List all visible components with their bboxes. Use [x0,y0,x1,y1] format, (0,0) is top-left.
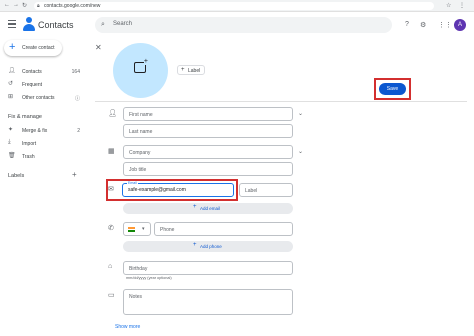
sidebar-item-merge[interactable]: ✦ Merge & fix 2 [0,125,88,136]
show-more-link[interactable]: Show more [115,324,140,330]
divider [95,101,467,102]
search-icon: ⌕ [101,21,105,28]
email-float-label: Email [127,181,138,185]
search-input[interactable]: ⌕ Search [95,17,392,33]
apps-grid-icon[interactable]: ⋮⋮ [438,21,452,29]
notes-placeholder: Notes [129,294,143,300]
email-value: safe-example@gmail.com [128,187,186,193]
chevron-down-icon[interactable]: ⌄ [298,110,303,117]
email-label-placeholder: Label [245,188,258,194]
import-icon: ⤓ [8,139,11,145]
plus-icon: + [9,41,16,53]
last-name-placeholder: Last name [129,129,153,135]
phone-field[interactable]: Phone [154,222,293,236]
dropdown-arrow-icon: ▾ [142,226,145,232]
merge-icon: ✦ [8,127,14,133]
add-email-label: Add email [200,206,221,211]
sidebar-item-other-contacts[interactable]: ⊞ Other contacts ⓘ [0,92,88,103]
forward-icon[interactable]: → [13,2,19,8]
sidebar-item-trash[interactable]: 🗑︎ Trash [0,151,88,162]
sidebar-item-label: Import [22,141,37,147]
person-icon: 👤︎ [8,68,16,74]
sidebar-item-contacts[interactable]: 👤︎ Contacts 164 [0,66,88,77]
sidebar-item-import[interactable]: ⤓ Import [0,138,88,149]
history-icon: ↺ [8,81,14,87]
birthday-field[interactable]: Birthday [123,261,293,275]
browser-menu-icon[interactable]: ☆ ⋮ [446,2,468,9]
birthday-hint: mm/dd/yyyy (year optional) [126,276,172,280]
company-placeholder: Company [129,150,151,156]
cake-icon: ⌂ [108,263,113,270]
plus-icon: + [193,204,197,210]
add-email-button[interactable]: + Add email [123,203,293,214]
first-name-placeholder: First name [129,112,153,118]
back-icon[interactable]: ← [4,2,10,8]
avatar[interactable]: A [454,19,466,31]
reload-icon[interactable]: ↻ [22,2,27,9]
chevron-down-icon[interactable]: ⌄ [298,148,303,155]
sidebar-item-label: Other contacts [22,95,55,101]
label-button[interactable]: + Label [177,65,205,75]
browser-toolbar: ← → ↻ contacts.google.com/new 🔒︎ ☆ ⋮ [0,0,474,12]
search-placeholder: Search [113,21,133,27]
trash-icon: 🗑︎ [8,153,16,159]
address-bar[interactable]: contacts.google.com/new [34,2,434,10]
birthday-placeholder: Birthday [129,266,148,272]
building-icon: ▦ [108,148,115,155]
sidebar-item-label: Frequent [22,82,43,88]
notes-field[interactable]: Notes [123,289,293,315]
last-name-field[interactable]: Last name [123,124,293,138]
url-text: contacts.google.com/new [44,3,101,9]
help-icon[interactable]: ? [405,21,409,28]
job-title-field[interactable]: Job title [123,162,293,176]
info-icon[interactable]: ⓘ [75,95,80,102]
merge-count: 2 [77,128,80,134]
email-field[interactable]: Email safe-example@gmail.com [122,181,234,197]
create-contact-button[interactable]: + Create contact [4,40,62,56]
company-field[interactable]: Company [123,145,293,159]
label-button-text: Label [188,68,201,74]
close-icon[interactable]: ✕ [95,43,102,52]
person-add-icon: ⊞ [8,94,14,100]
country-code-select[interactable]: ▾ [123,222,151,236]
contacts-logo-icon [23,17,35,32]
phone-icon: ✆ [108,225,114,232]
plus-icon: + [181,67,185,73]
app-title: Contacts [38,20,74,30]
email-label-field[interactable]: Label [239,183,293,197]
fix-manage-heading: Fix & manage [8,114,42,120]
plus-icon: + [193,242,197,248]
add-phone-label: Add phone [200,244,222,249]
first-name-field[interactable]: First name [123,107,293,121]
add-phone-button[interactable]: + Add phone [123,241,293,252]
labels-heading: Labels [8,173,25,179]
job-title-placeholder: Job title [129,167,147,173]
sidebar-item-frequent[interactable]: ↺ Frequent [0,79,88,90]
sidebar-item-label: Contacts [22,69,42,75]
add-photo-icon[interactable] [134,58,148,73]
phone-placeholder: Phone [160,227,175,233]
india-flag-icon [128,227,135,232]
app-header: Contacts ⌕ Search ? ⚙ ⋮⋮ A [0,12,474,39]
contacts-count: 164 [71,69,80,75]
sidebar-item-label: Merge & fix [22,128,48,134]
save-button[interactable]: Save [379,83,406,95]
main-menu-icon[interactable] [8,20,16,28]
settings-icon[interactable]: ⚙ [420,21,426,29]
add-label-icon[interactable]: + [72,170,77,179]
person-icon: 👤︎ [108,110,117,117]
create-contact-label: Create contact [22,45,55,51]
lock-icon: 🔒︎ [37,3,40,9]
notes-icon: ▭ [108,292,115,299]
sidebar-item-label: Trash [22,154,35,160]
